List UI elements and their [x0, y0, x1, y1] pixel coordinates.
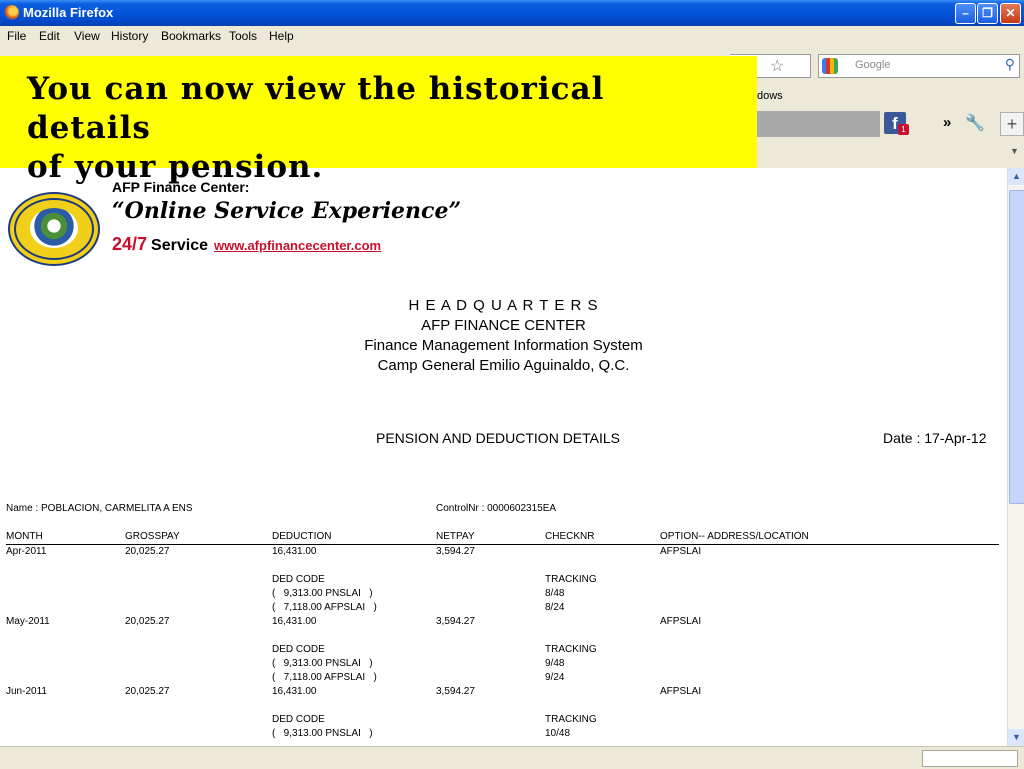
record-net: 3,594.27: [436, 686, 475, 697]
record-option: AFPSLAI: [660, 546, 702, 557]
column-header-deduction: DEDUCTION: [272, 531, 332, 542]
instruction-line-2: of your pension.: [27, 149, 324, 185]
menu-tools[interactable]: Tools: [229, 29, 257, 43]
scroll-up-arrow-icon[interactable]: ▲: [1008, 168, 1024, 185]
list-all-tabs-icon[interactable]: ▼: [1010, 146, 1019, 156]
record-gross: 20,025.27: [125, 616, 170, 627]
column-header-grosspay: GROSSPAY: [125, 531, 180, 542]
document-date: Date : 17-Apr-12: [883, 430, 987, 446]
ded-line-1: ( 9,313.00 PNSLAI ): [272, 728, 373, 739]
ded-code-label: DED CODE: [272, 574, 325, 585]
search-placeholder: Google: [855, 59, 891, 71]
new-tab-button[interactable]: +: [1000, 112, 1024, 136]
bookmark-item[interactable]: dows: [757, 90, 783, 102]
tracking-label: TRACKING: [545, 644, 597, 655]
member-name: Name : POBLACION, CARMELITA A ENS: [6, 503, 193, 514]
brand-service-line: 24/7 Service www.afpfinancecenter.com: [112, 234, 381, 255]
tracking-line-1: 10/48: [545, 728, 571, 739]
menu-history[interactable]: History: [111, 29, 148, 43]
scrollbar-thumb[interactable]: [1009, 190, 1024, 504]
wrench-icon[interactable]: 🔧: [965, 113, 985, 133]
status-bar: [0, 746, 1024, 769]
ded-code-label: DED CODE: [272, 714, 325, 725]
record-gross: 20,025.27: [125, 546, 170, 557]
column-header-checknr: CHECKNR: [545, 531, 595, 542]
record-month: Jun-2011: [6, 686, 47, 697]
menu-help[interactable]: Help: [269, 29, 294, 43]
header-hq: H E A D Q U A R T E R S: [408, 297, 599, 314]
record-month: Apr-2011: [6, 546, 47, 557]
restore-button[interactable]: ❐: [977, 3, 998, 24]
tracking-line-2: 8/24: [545, 602, 565, 613]
header-location: Camp General Emilio Aguinaldo, Q.C.: [377, 357, 630, 374]
tracking-line-1: 9/48: [545, 658, 565, 669]
menu-file[interactable]: File: [7, 29, 26, 43]
status-panel: [922, 750, 1018, 767]
tracking-label: TRACKING: [545, 714, 597, 725]
menu-view[interactable]: View: [74, 29, 100, 43]
ded-line-2: ( 7,118.00 AFPSLAI ): [272, 672, 377, 683]
column-header-netpay: NETPAY: [436, 531, 475, 542]
logo-emblem: [30, 208, 78, 248]
control-number: ControlNr : 0000602315EA: [436, 503, 557, 514]
header-system: Finance Management Information System: [364, 337, 643, 354]
afp-finance-center-logo: [8, 192, 100, 266]
menu-bookmarks[interactable]: Bookmarks: [161, 29, 221, 43]
tab-strip[interactable]: [755, 111, 880, 137]
menu-edit[interactable]: Edit: [39, 29, 60, 43]
record-deduction: 16,431.00: [272, 546, 317, 557]
record-option: AFPSLAI: [660, 616, 702, 627]
ded-line-1: ( 9,313.00 PNSLAI ): [272, 658, 373, 669]
document-title: PENSION AND DEDUCTION DETAILS: [376, 430, 621, 446]
search-icon[interactable]: ⚲: [1005, 56, 1015, 73]
tracking-line-2: 9/24: [545, 672, 565, 683]
window-title: Mozilla Firefox: [23, 5, 114, 20]
google-icon[interactable]: [822, 58, 838, 74]
column-header-option: OPTION-- ADDRESS/LOCATION: [660, 531, 809, 542]
header-org: AFP FINANCE CENTER: [421, 317, 586, 334]
record-month: May-2011: [6, 616, 50, 627]
instruction-callout: You can now view the historical details …: [0, 56, 757, 185]
record-net: 3,594.27: [436, 546, 475, 557]
menu-bar: File Edit View History Bookmarks Tools H…: [0, 26, 1024, 46]
record-gross: 20,025.27: [125, 686, 170, 697]
close-button[interactable]: ✕: [1000, 3, 1021, 24]
record-deduction: 16,431.00: [272, 686, 317, 697]
column-header-month: MONTH: [6, 531, 43, 542]
ded-line-1: ( 9,313.00 PNSLAI ): [272, 588, 373, 599]
ded-code-label: DED CODE: [272, 644, 325, 655]
title-bar: Mozilla Firefox – ❐ ✕: [0, 0, 1024, 26]
tracking-label: TRACKING: [545, 574, 597, 585]
chevron-more-icon[interactable]: »: [943, 114, 951, 131]
brand-slogan: “Online Service Experience”: [112, 198, 462, 224]
header-divider: [6, 544, 999, 545]
record-deduction: 16,431.00: [272, 616, 317, 627]
brand-247: 24/7: [112, 234, 148, 254]
bookmark-star-icon[interactable]: ☆: [770, 56, 784, 76]
instruction-text: You can now view the historical details …: [27, 70, 727, 187]
minimize-button[interactable]: –: [955, 3, 976, 24]
instruction-line-1: You can now view the historical details: [27, 71, 605, 146]
record-net: 3,594.27: [436, 616, 475, 627]
notification-badge: 1: [898, 124, 909, 135]
vertical-scrollbar[interactable]: ▲ ▼: [1007, 168, 1024, 746]
brand-service: Service: [151, 237, 208, 254]
record-option: AFPSLAI: [660, 686, 702, 697]
tracking-line-1: 8/48: [545, 588, 565, 599]
brand-url-link[interactable]: www.afpfinancecenter.com: [214, 238, 381, 253]
firefox-icon: [4, 5, 19, 20]
page-content: AFP Finance Center: “Online Service Expe…: [0, 168, 1007, 746]
ded-line-2: ( 7,118.00 AFPSLAI ): [272, 602, 377, 613]
search-input[interactable]: Google ⚲: [818, 54, 1020, 78]
scroll-down-arrow-icon[interactable]: ▼: [1008, 729, 1024, 746]
